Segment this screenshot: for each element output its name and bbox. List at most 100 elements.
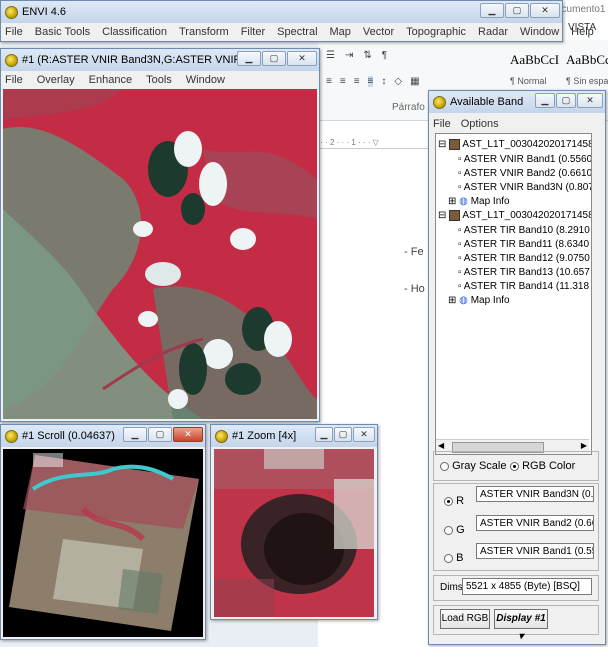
close-button[interactable]: ✕ bbox=[173, 427, 203, 442]
close-button[interactable]: ✕ bbox=[287, 51, 317, 66]
style-normal[interactable]: AaBbCcI ¶ Normal bbox=[510, 48, 566, 94]
minimize-button[interactable]: ▁ bbox=[123, 427, 147, 442]
align-right-icon[interactable]: ≡ bbox=[354, 76, 360, 87]
zoom-window-title: #1 Zoom [4x] bbox=[232, 430, 297, 442]
menu-transform[interactable]: Transform bbox=[179, 26, 229, 38]
tree-file-node[interactable]: ⊟ AST_L1T_00304202017145838_ bbox=[438, 210, 591, 221]
g-label: G bbox=[456, 524, 465, 536]
tree-band-item[interactable]: ▫ ASTER VNIR Band2 (0.6610 bbox=[458, 168, 591, 179]
display-select-button[interactable]: Display #1 ▾ bbox=[494, 609, 548, 642]
shading-icon[interactable]: ◇ bbox=[394, 76, 402, 87]
close-button[interactable]: ✕ bbox=[577, 93, 603, 108]
envi-logo-icon bbox=[5, 5, 18, 19]
menu-window[interactable]: Window bbox=[520, 26, 559, 38]
map-info-label: Map Info bbox=[470, 295, 510, 306]
gray-scale-label: Gray Scale bbox=[452, 460, 507, 472]
gray-scale-option[interactable]: Gray Scale bbox=[440, 460, 506, 472]
load-rgb-button[interactable]: Load RGB bbox=[440, 609, 490, 629]
r-radio[interactable] bbox=[444, 496, 453, 506]
style-no-spacing[interactable]: AaBbCc ¶ Sin espa bbox=[566, 48, 608, 94]
rgb-color-label: RGB Color bbox=[522, 460, 576, 472]
image-menu-file[interactable]: File bbox=[5, 74, 23, 86]
scroll-left-icon[interactable]: ◀ bbox=[438, 441, 444, 450]
border-icon[interactable]: ▦ bbox=[410, 76, 419, 87]
b-radio[interactable] bbox=[444, 553, 453, 563]
tree-band-item[interactable]: ▫ ASTER TIR Band13 (10.657 bbox=[458, 267, 590, 278]
justify-icon[interactable]: ≡ bbox=[367, 76, 374, 87]
g-radio[interactable] bbox=[444, 525, 453, 535]
close-button[interactable]: ✕ bbox=[353, 427, 375, 442]
image-menu-overlay[interactable]: Overlay bbox=[37, 74, 75, 86]
band-label: ASTER VNIR Band1 (0.5560 bbox=[463, 154, 592, 165]
tree-band-item[interactable]: ▫ ASTER TIR Band12 (9.0750 bbox=[458, 253, 590, 264]
b-band-field[interactable]: ASTER VNIR Band1 (0.5560) bbox=[476, 543, 594, 559]
image-menu-tools[interactable]: Tools bbox=[146, 74, 172, 86]
align-left-icon[interactable]: ≡ bbox=[326, 76, 332, 87]
rgb-color-option[interactable]: RGB Color bbox=[510, 460, 575, 472]
scroll-window-title: #1 Scroll (0.04637) bbox=[22, 430, 115, 442]
pilcrow-icon[interactable]: ¶ bbox=[382, 50, 387, 64]
menu-radar[interactable]: Radar bbox=[478, 26, 508, 38]
tree-band-item[interactable]: ▫ ASTER VNIR Band1 (0.5560 bbox=[458, 154, 592, 165]
menu-vector[interactable]: Vector bbox=[363, 26, 394, 38]
g-channel-option[interactable]: G bbox=[444, 524, 465, 536]
zoom-titlebar: #1 Zoom [4x] ▁ ▢ ✕ bbox=[211, 425, 377, 447]
image-display-window: #1 (R:ASTER VNIR Band3N,G:ASTER VNIR Ban… bbox=[0, 48, 320, 422]
maximize-button[interactable]: ▢ bbox=[334, 427, 352, 442]
zoom-image[interactable] bbox=[214, 449, 374, 617]
maximize-button[interactable]: ▢ bbox=[505, 3, 529, 18]
maximize-button[interactable]: ▢ bbox=[148, 427, 172, 442]
maximize-button[interactable]: ▢ bbox=[556, 93, 576, 108]
close-button[interactable]: ✕ bbox=[530, 3, 560, 18]
minimize-button[interactable]: ▁ bbox=[480, 3, 504, 18]
style-normal-label: ¶ Normal bbox=[510, 76, 547, 86]
minimize-button[interactable]: ▁ bbox=[535, 93, 555, 108]
tree-map-info[interactable]: ⊞ ◍ Map Info bbox=[448, 295, 510, 306]
minimize-button[interactable]: ▁ bbox=[315, 427, 333, 442]
tree-map-info[interactable]: ⊞ ◍ Map Info bbox=[448, 196, 510, 207]
align-center-icon[interactable]: ≡ bbox=[340, 76, 346, 87]
maximize-button[interactable]: ▢ bbox=[262, 51, 286, 66]
file-icon bbox=[449, 139, 461, 150]
scroll-right-icon[interactable]: ▶ bbox=[581, 441, 587, 450]
menu-help[interactable]: Help bbox=[571, 26, 594, 38]
load-group: Load RGB Display #1 ▾ bbox=[433, 605, 599, 642]
menu-filter[interactable]: Filter bbox=[241, 26, 265, 38]
tree-band-item[interactable]: ▫ ASTER TIR Band10 (8.2910 bbox=[458, 225, 590, 236]
band-label: ASTER VNIR Band3N (0.807 bbox=[463, 182, 592, 193]
menu-spectral[interactable]: Spectral bbox=[277, 26, 317, 38]
minimize-button[interactable]: ▁ bbox=[237, 51, 261, 66]
image-titlebar: #1 (R:ASTER VNIR Band3N,G:ASTER VNIR Ban… bbox=[1, 49, 319, 71]
tree-band-item[interactable]: ▫ ASTER TIR Band11 (8.6340 bbox=[458, 239, 589, 250]
indent-icon[interactable]: ⇥ bbox=[345, 50, 353, 64]
sort-icon[interactable]: ⇅ bbox=[363, 50, 371, 64]
g-band-field[interactable]: ASTER VNIR Band2 (0.6610) bbox=[476, 515, 594, 531]
tree-file-label: AST_L1T_00304202017145838_ bbox=[462, 139, 591, 151]
envi-logo-icon bbox=[5, 429, 18, 443]
tree-band-item[interactable]: ▫ ASTER VNIR Band3N (0.807 bbox=[458, 182, 592, 193]
r-band-field[interactable]: ASTER VNIR Band3N (0.807 bbox=[476, 486, 594, 502]
scroll-window-controls: ▁ ▢ ✕ bbox=[123, 427, 203, 442]
envi-title: ENVI 4.6 bbox=[22, 6, 67, 18]
image-menu-enhance[interactable]: Enhance bbox=[89, 74, 132, 86]
tree-band-item[interactable]: ▫ ASTER TIR Band14 (11.318 bbox=[458, 281, 589, 292]
b-channel-option[interactable]: B bbox=[444, 552, 463, 564]
line-spacing-icon[interactable]: ↕ bbox=[381, 76, 386, 87]
rgb-color-radio[interactable] bbox=[510, 461, 519, 471]
envi-logo-icon bbox=[433, 95, 446, 109]
list-icon[interactable]: ☰ bbox=[326, 50, 335, 64]
menu-file[interactable]: File bbox=[5, 26, 23, 38]
false-color-satellite-image[interactable] bbox=[3, 89, 317, 419]
scroll-overview-image[interactable] bbox=[3, 449, 203, 637]
image-menu-window[interactable]: Window bbox=[186, 74, 225, 86]
tree-file-node[interactable]: ⊟ AST_L1T_00304202017145838_ bbox=[438, 139, 591, 151]
r-channel-option[interactable]: R bbox=[444, 495, 464, 507]
menu-basic-tools[interactable]: Basic Tools bbox=[35, 26, 90, 38]
menu-map[interactable]: Map bbox=[330, 26, 351, 38]
bands-menu-options[interactable]: Options bbox=[461, 118, 499, 130]
menu-classification[interactable]: Classification bbox=[102, 26, 167, 38]
menu-topographic[interactable]: Topographic bbox=[406, 26, 466, 38]
gray-scale-radio[interactable] bbox=[440, 461, 449, 471]
bands-menu-file[interactable]: File bbox=[433, 118, 451, 130]
envi-logo-icon bbox=[5, 53, 18, 67]
